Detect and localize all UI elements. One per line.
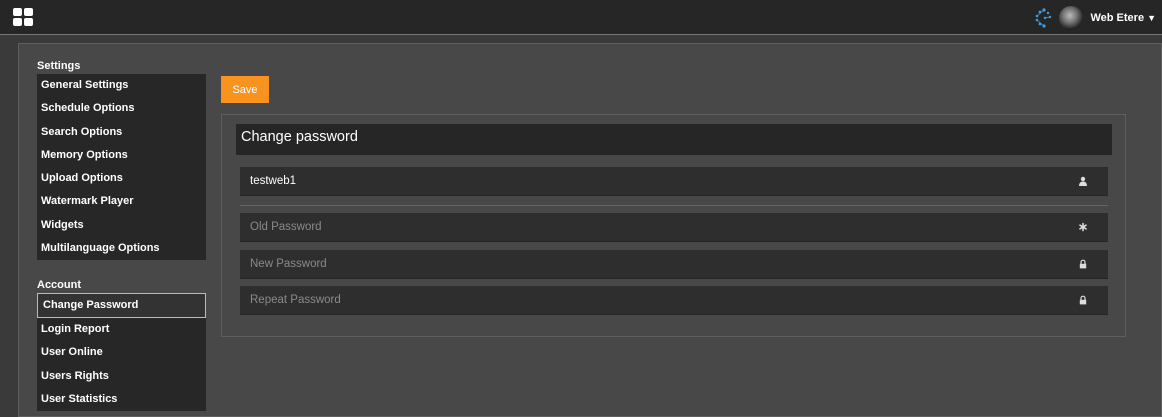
settings-section-title: Settings <box>37 60 81 72</box>
sidebar-item-watermark-player[interactable]: Watermark Player <box>37 190 206 213</box>
sidebar-item-search-options[interactable]: Search Options <box>37 121 206 144</box>
settings-menu: General Settings Schedule Options Search… <box>37 74 206 260</box>
new-password-placeholder: New Password <box>250 258 327 270</box>
grid-icon[interactable] <box>13 8 34 27</box>
lock-icon <box>1079 295 1087 305</box>
sidebar-item-upload-options[interactable]: Upload Options <box>37 167 206 190</box>
sidebar-item-multilanguage-options[interactable]: Multilanguage Options <box>37 237 206 260</box>
user-menu[interactable]: Web Etere ▼ <box>1033 6 1156 30</box>
username-label[interactable]: Web Etere <box>1090 12 1144 24</box>
sidebar-item-user-online[interactable]: User Online <box>37 341 206 364</box>
sidebar-item-user-statistics[interactable]: User Statistics <box>37 388 206 411</box>
top-bar: Web Etere ▼ <box>0 0 1162 35</box>
repeat-password-field[interactable]: Repeat Password <box>240 286 1108 315</box>
avatar[interactable] <box>1059 6 1084 30</box>
sidebar-item-change-password[interactable]: Change Password <box>37 293 206 318</box>
save-button[interactable]: Save <box>221 76 269 103</box>
asterisk-icon <box>1079 222 1087 232</box>
sidebar-item-memory-options[interactable]: Memory Options <box>37 144 206 167</box>
account-menu: Change Password Login Report User Online… <box>37 293 206 411</box>
sidebar-item-login-report[interactable]: Login Report <box>37 318 206 341</box>
account-section-title: Account <box>37 279 81 291</box>
etere-logo-icon <box>1036 8 1052 28</box>
repeat-password-placeholder: Repeat Password <box>250 294 341 306</box>
sidebar: Settings General Settings Schedule Optio… <box>37 59 207 411</box>
old-password-placeholder: Old Password <box>250 221 322 233</box>
change-password-panel: Change password testweb1 Old Password Ne… <box>221 114 1126 337</box>
username-value: testweb1 <box>250 175 297 187</box>
sidebar-item-users-rights[interactable]: Users Rights <box>37 365 206 388</box>
chevron-down-icon[interactable]: ▼ <box>1147 13 1156 23</box>
divider <box>240 205 1108 206</box>
user-icon <box>1079 176 1087 186</box>
sidebar-item-widgets[interactable]: Widgets <box>37 214 206 237</box>
old-password-field[interactable]: Old Password <box>240 213 1108 242</box>
sidebar-item-general-settings[interactable]: General Settings <box>37 74 206 97</box>
sidebar-item-schedule-options[interactable]: Schedule Options <box>37 97 206 120</box>
new-password-field[interactable]: New Password <box>240 250 1108 279</box>
username-field[interactable]: testweb1 <box>240 167 1108 196</box>
page-title: Change password <box>236 124 1112 155</box>
lock-icon <box>1079 259 1087 269</box>
